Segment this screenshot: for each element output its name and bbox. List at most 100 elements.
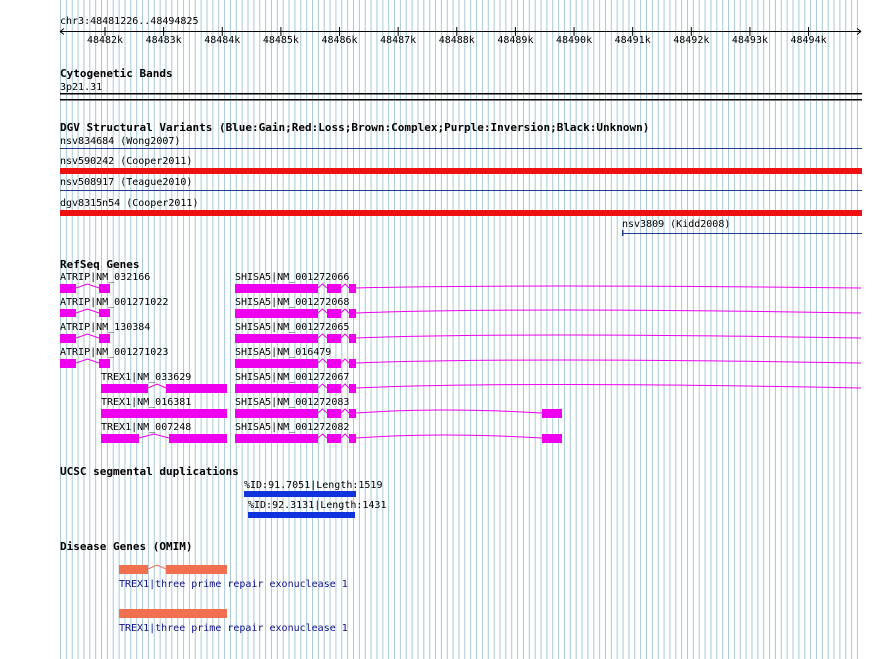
dgv-loss-bar [60,168,862,174]
gene-exon [60,284,76,293]
gene-intron [355,359,862,364]
gene-exon [99,284,110,293]
gene-label[interactable]: ATRIP|NM_001271022 [60,297,168,308]
omim-track-title[interactable]: Disease Genes (OMIM) [60,541,192,553]
gene-exon [60,334,76,343]
gene-exon [99,309,110,317]
omim-label[interactable]: TREX1|three prime repair exonuclease 1 [119,623,348,634]
dgv-gain-bar [60,148,862,149]
gene-intron [340,408,350,414]
ruler-tick-label: 48482k [86,35,124,46]
gene-exon [327,434,341,443]
gene-exon [101,384,148,393]
segdup-track-title[interactable]: UCSC segmental duplications [60,466,239,478]
region-label: chr3:48481226..48494825 [60,16,199,27]
gene-intron [340,358,350,364]
segdup-bar [244,491,356,497]
gene-exon [349,409,356,418]
gene-intron [355,384,862,389]
gene-intron [147,383,167,389]
gene-intron [75,333,100,339]
gene-exon [349,359,356,368]
gene-exon [60,359,76,368]
gene-label[interactable]: SHISA5|NM_001272082 [235,422,349,433]
gene-intron [317,433,328,439]
gene-label[interactable]: SHISA5|NM_001272067 [235,372,349,383]
gene-label[interactable]: ATRIP|NM_130384 [60,322,150,333]
ruler-tick-label: 48487k [380,35,417,46]
gene-label[interactable]: SHISA5|NM_001272066 [235,272,349,283]
cytoband-track-title[interactable]: Cytogenetic Bands [60,68,173,80]
dgv-item-label[interactable]: nsv508917 (Teague2010) [60,177,192,188]
ruler-tick-label: 48494k [790,35,827,46]
gene-intron [317,358,328,364]
ruler-tick-label: 48484k [204,35,241,46]
gene-intron [340,308,350,314]
cytoband-bar [60,99,862,101]
gene-label[interactable]: SHISA5|NM_001272083 [235,397,349,408]
gene-exon [327,334,341,343]
segdup-label[interactable]: %ID:91.7051|Length:1519 [244,480,382,491]
gene-label[interactable]: ATRIP|NM_032166 [60,272,150,283]
gene-label[interactable]: SHISA5|NM_001272068 [235,297,349,308]
gene-intron [75,283,100,289]
ruler-tick-label: 48493k [731,35,768,46]
gene-intron [355,309,862,314]
gene-label[interactable]: TREX1|NM_007248 [101,422,191,433]
gene-intron [355,434,543,439]
gene-exon [235,384,318,393]
dgv-gain-bar [622,233,862,234]
gene-exon [235,284,318,293]
omim-label[interactable]: TREX1|three prime repair exonuclease 1 [119,579,348,590]
segdup-label[interactable]: %ID:92.3131|Length:1431 [248,500,386,511]
gene-label[interactable]: SHISA5|NM_016479 [235,347,331,358]
gene-exon [166,384,227,393]
omim-intron [147,564,167,570]
genome-browser: chr3:48481226..48494825 48482k 48483k 4848… [0,0,890,659]
gene-exon [327,409,341,418]
cytoband-label[interactable]: 3p21.31 [60,82,102,93]
gene-intron [317,308,328,314]
gene-intron [317,408,328,414]
gene-exon [235,409,318,418]
cytoband-bar [60,93,862,95]
ruler-tick-label: 48486k [321,35,358,46]
dgv-track-title[interactable]: DGV Structural Variants (Blue:Gain;Red:L… [60,122,649,134]
ruler-tick-label: 48488k [438,35,475,46]
omim-exon [119,565,148,574]
gene-intron [355,285,862,289]
ruler-tick-label: 48490k [555,35,593,46]
dgv-item-label[interactable]: nsv3809 (Kidd2008) [622,219,730,230]
gene-intron [355,334,862,339]
gene-label[interactable]: ATRIP|NM_001271023 [60,347,168,358]
gene-intron [340,283,350,289]
gene-intron [340,433,350,439]
gene-exon [101,434,139,443]
dgv-gain-bar [60,190,862,191]
gene-label[interactable]: SHISA5|NM_001272065 [235,322,349,333]
gene-exon [349,334,356,343]
refseq-track-title[interactable]: RefSeq Genes [60,259,139,271]
ruler-tick-label: 48491k [614,35,651,46]
dgv-item-label[interactable]: nsv834684 (Wong2007) [60,136,180,147]
gene-exon [235,309,318,318]
gene-exon [327,284,341,293]
gene-intron [317,333,328,339]
dgv-item-label[interactable]: nsv590242 (Cooper2011) [60,156,192,167]
dgv-item-label[interactable]: dgv8315n54 (Cooper2011) [60,198,198,209]
gene-intron [317,283,328,289]
gene-label[interactable]: TREX1|NM_016381 [101,397,191,408]
gene-intron [138,433,170,439]
ruler-tick-label: 48489k [497,35,534,46]
gene-exon [327,384,341,393]
ruler-tick-label: 48492k [673,35,710,46]
gene-exon [349,434,356,443]
omim-exon [119,609,227,618]
segdup-bar [248,512,355,518]
gene-intron [340,383,350,389]
gene-exon [349,309,356,318]
omim-exon [166,565,227,574]
gene-label[interactable]: TREX1|NM_033629 [101,372,191,383]
gene-exon [349,284,356,293]
ruler-tick-label: 48483k [145,35,182,46]
